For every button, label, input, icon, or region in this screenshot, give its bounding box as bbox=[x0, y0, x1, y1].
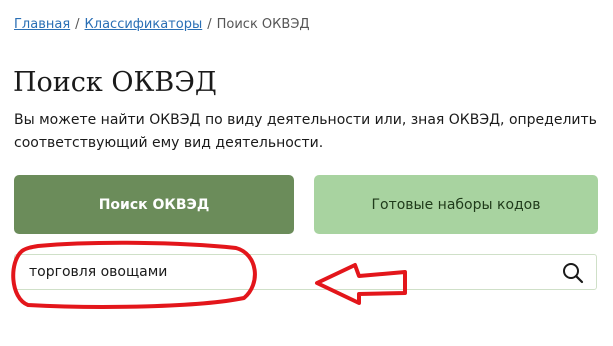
tab-okved-search-label: Поиск ОКВЭД bbox=[98, 196, 210, 213]
breadcrumb-current: Поиск ОКВЭД bbox=[216, 17, 310, 32]
tab-okved-search[interactable]: Поиск ОКВЭД bbox=[14, 175, 294, 234]
okved-search-page: Главная / Классификаторы / Поиск ОКВЭД Поиск… bbox=[0, 0, 613, 346]
breadcrumb-link-home[interactable]: Главная bbox=[14, 17, 70, 32]
breadcrumb-link-classifiers[interactable]: Классификаторы bbox=[85, 17, 203, 32]
annotation-overlay bbox=[11, 240, 407, 309]
page-title: Поиск ОКВЭД bbox=[13, 67, 217, 98]
search-input[interactable] bbox=[29, 257, 549, 287]
tab-ready-code-sets[interactable]: Готовые наборы кодов bbox=[314, 175, 598, 234]
search-box bbox=[14, 254, 597, 290]
search-icon[interactable] bbox=[562, 262, 584, 284]
breadcrumb: Главная / Классификаторы / Поиск ОКВЭД bbox=[14, 16, 310, 34]
breadcrumb-separator: / bbox=[207, 17, 212, 32]
breadcrumb-separator: / bbox=[75, 17, 80, 32]
page-description: Вы можете найти ОКВЭД по виду деятельнос… bbox=[14, 112, 597, 151]
tab-ready-code-sets-label: Готовые наборы кодов bbox=[371, 196, 541, 213]
